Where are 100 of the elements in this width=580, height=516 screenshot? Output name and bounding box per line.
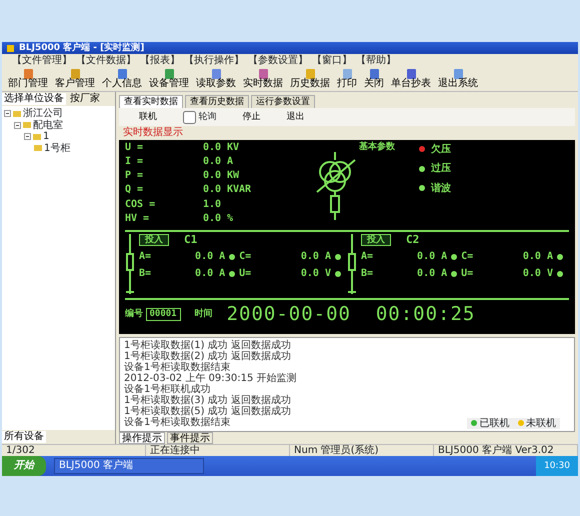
param-unit: KV xyxy=(227,142,240,154)
toolbar-button[interactable]: 停止 xyxy=(242,112,260,122)
toolbar-button[interactable]: 部门管理 xyxy=(6,69,50,89)
reading-value: 0.0 A xyxy=(195,251,226,263)
toolbar-button[interactable]: 联机 xyxy=(139,112,157,122)
toolbar-icon xyxy=(406,69,416,79)
toolbar-button[interactable]: 历史数据 xyxy=(288,69,332,89)
toolbar-button[interactable]: 关闭 xyxy=(362,69,386,89)
reading-value: 0.0 A xyxy=(417,251,448,263)
collapse-icon[interactable] xyxy=(24,133,31,140)
status-dot xyxy=(451,270,458,277)
menu-item[interactable]: 【文件管理】 xyxy=(12,54,72,66)
menu-item[interactable]: 【执行操作】 xyxy=(184,54,244,66)
param-value: 0.0 xyxy=(202,170,222,184)
param-label: Q = xyxy=(125,184,144,198)
clock: 10:30 xyxy=(544,460,570,472)
reading-value: 0.0 A xyxy=(417,268,448,280)
reading-label: C= xyxy=(461,251,474,263)
diagram-label: 基本参数 xyxy=(359,142,395,152)
reading-label: B= xyxy=(139,268,152,280)
reading-label: A= xyxy=(139,251,152,263)
tab[interactable]: 运行参数设置 xyxy=(251,94,315,108)
tree-item[interactable]: 1 xyxy=(4,131,113,142)
status-dot xyxy=(229,270,236,277)
app-icon xyxy=(6,44,15,52)
panel-title: 实时数据显示 xyxy=(122,126,184,140)
menu-item[interactable]: 【文件数据】 xyxy=(76,54,136,66)
toolbar-button[interactable]: 打印 xyxy=(335,69,359,89)
param-label: I = xyxy=(125,156,144,169)
toolbar-button[interactable]: 退出 xyxy=(286,112,304,122)
menu-item[interactable]: 【报表】 xyxy=(140,54,180,66)
toolbar-button[interactable]: 个人信息 xyxy=(100,69,144,89)
tree-item[interactable]: 配电室 xyxy=(4,120,113,131)
checkbox[interactable]: 轮询 xyxy=(183,110,216,124)
param-label: U = xyxy=(125,142,144,154)
tab[interactable]: 查看历史数据 xyxy=(185,94,249,108)
log-line: 1号柜读取数据(2) 成功 返回数据成功 xyxy=(124,350,291,362)
feeder-drawing xyxy=(347,234,357,294)
legend-label: 未联机 xyxy=(526,418,556,429)
toolbar-icon xyxy=(210,69,222,79)
toolbar-icon xyxy=(22,69,34,79)
collapse-icon[interactable] xyxy=(14,122,21,129)
toolbar-button[interactable]: 客户管理 xyxy=(53,69,97,89)
sidebar-tab[interactable]: 选择单位设备 xyxy=(2,93,66,105)
timestamp: 2000-00-00 00:00:25 xyxy=(226,304,476,326)
switch-button[interactable]: 投入 xyxy=(139,234,169,246)
toolbar-button[interactable]: 单台抄表 xyxy=(389,69,433,89)
toolbar-button[interactable]: 设备管理 xyxy=(147,69,191,89)
switch-button[interactable]: 投入 xyxy=(361,234,391,246)
legend-label: 已联机 xyxy=(480,418,510,429)
reading-value: 0.0 V xyxy=(300,268,331,280)
reading-label: A= xyxy=(361,251,374,263)
param-label: COS = xyxy=(125,198,156,212)
collapse-icon[interactable] xyxy=(4,110,11,118)
id-label: 编号 xyxy=(125,309,143,320)
toolbar-icon xyxy=(70,69,80,79)
toolbar-icon xyxy=(164,69,174,79)
reading-label: B= xyxy=(361,268,374,280)
toolbar-button[interactable]: 退出系统 xyxy=(436,69,480,89)
tree-item[interactable]: 1号柜 xyxy=(4,142,113,154)
reading-label: U= xyxy=(239,268,252,280)
toolbar-icon xyxy=(452,69,464,79)
param-value: 0.0 xyxy=(202,184,222,198)
param-unit: % xyxy=(227,213,234,226)
toolbar-icon xyxy=(342,69,352,79)
toolbar-button[interactable]: 读取参数 xyxy=(194,69,238,89)
sidebar-tab[interactable]: 按厂家 xyxy=(68,93,102,105)
menu-item[interactable]: 【帮助】 xyxy=(356,54,396,66)
log-tab[interactable]: 事件提示 xyxy=(167,432,213,444)
reading-label: U= xyxy=(461,268,474,280)
feeder-drawing xyxy=(125,234,135,294)
tree-item[interactable]: 浙江公司 xyxy=(4,108,113,120)
param-label: HV = xyxy=(125,213,150,226)
param-unit: KVAR xyxy=(227,184,252,198)
toolbar-icon xyxy=(368,69,380,79)
param-unit: A xyxy=(227,156,234,169)
sidebar-bottom-tab[interactable]: 所有设备 xyxy=(2,431,46,443)
feeder-name: C2 xyxy=(406,234,420,246)
param-value: 1.0 xyxy=(202,198,222,212)
alarm-label: 欠压 xyxy=(431,144,451,155)
param-value: 0.0 xyxy=(202,142,222,154)
tab[interactable]: 查看实时数据 xyxy=(119,94,183,108)
param-unit: KW xyxy=(227,170,240,184)
feeder-name: C1 xyxy=(184,234,198,246)
window-title: BLJ5000 客户端 - [实时监测] xyxy=(19,42,144,54)
status-dot xyxy=(557,270,563,277)
status-dot xyxy=(335,270,341,277)
alarm-label: 谐波 xyxy=(431,182,451,194)
param-value: 0.0 xyxy=(202,156,222,169)
toolbar-button[interactable]: 实时数据 xyxy=(241,69,285,89)
toolbar-icon xyxy=(258,69,268,79)
menu-item[interactable]: 【窗口】 xyxy=(312,54,352,66)
log-line: 1号柜读取数据(1) 成功 返回数据成功 xyxy=(124,340,291,350)
toolbar-icon xyxy=(116,69,128,79)
log-tab[interactable]: 操作提示 xyxy=(119,432,165,444)
log-line: 设备1号柜读取数据结束 xyxy=(124,362,230,372)
start-button[interactable]: 开始 xyxy=(2,456,46,476)
log-line: 设备1号柜联机成功 xyxy=(124,384,210,394)
menu-item[interactable]: 【参数设置】 xyxy=(248,54,308,66)
taskbar-window-button[interactable]: BLJ5000 客户端 xyxy=(54,458,204,474)
